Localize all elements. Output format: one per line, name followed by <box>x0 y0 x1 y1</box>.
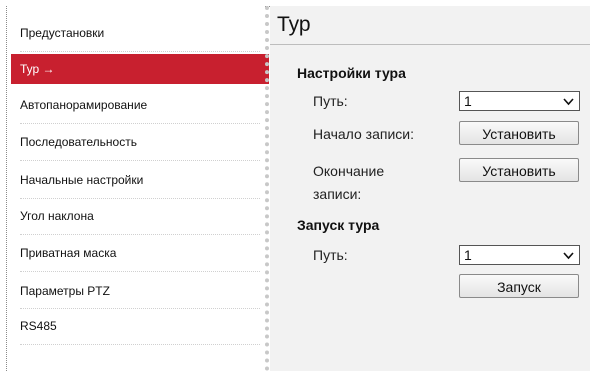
sidebar-separator <box>20 271 260 272</box>
chevron-down-icon <box>563 252 574 260</box>
sidebar-item-label: Начальные настройки <box>20 173 144 187</box>
sidebar-item-autopan[interactable]: Автопанорамирование <box>11 90 265 120</box>
path-select[interactable]: 1 <box>459 91 580 111</box>
sidebar-separator <box>20 160 260 161</box>
sidebar-item-ptz-params[interactable]: Параметры PTZ <box>11 276 265 306</box>
record-end-label-line2: записи: <box>313 186 362 202</box>
page-title: Тур <box>277 13 311 36</box>
sidebar-item-presets[interactable]: Предустановки <box>11 18 265 48</box>
start-tour-button[interactable]: Запуск <box>459 274 579 298</box>
sidebar-divider <box>265 6 269 371</box>
sidebar-item-rs485[interactable]: RS485 <box>11 311 265 341</box>
set-record-end-button[interactable]: Установить <box>459 158 579 182</box>
section-title-tour-run: Запуск тура <box>297 217 380 233</box>
title-divider <box>270 44 590 45</box>
sidebar-separator <box>20 344 260 345</box>
set-record-start-button[interactable]: Установить <box>459 121 579 145</box>
sidebar-separator <box>20 123 260 124</box>
sidebar-item-initial-settings[interactable]: Начальные настройки <box>11 165 265 195</box>
sidebar-item-sequence[interactable]: Последовательность <box>11 127 265 157</box>
sidebar-item-label: RS485 <box>20 319 57 333</box>
sidebar-item-label: Приватная маска <box>20 246 117 260</box>
sidebar-item-privacy-mask[interactable]: Приватная маска <box>11 238 265 268</box>
chevron-down-icon <box>563 98 574 106</box>
sidebar-item-label: Автопанорамирование <box>20 98 148 112</box>
sidebar-item-tilt-angle[interactable]: Угол наклона <box>11 201 265 231</box>
record-end-label-line1: Окончание <box>313 163 385 179</box>
sidebar-item-label: Параметры PTZ <box>20 284 110 298</box>
sidebar-separator <box>20 308 260 309</box>
sidebar: Предустановки Тур → Автопанорамирование … <box>7 6 269 371</box>
run-path-select[interactable]: 1 <box>459 245 580 265</box>
path-select-value: 1 <box>464 93 472 109</box>
path-label: Путь: <box>313 93 348 109</box>
sidebar-item-label: Тур → <box>20 62 55 76</box>
sidebar-item-label: Последовательность <box>20 135 137 149</box>
section-title-tour-settings: Настройки тура <box>297 65 406 81</box>
sidebar-item-label: Предустановки <box>20 26 105 40</box>
sidebar-separator <box>20 198 260 199</box>
record-start-label: Начало записи: <box>313 126 414 142</box>
sidebar-item-label: Угол наклона <box>20 209 94 223</box>
run-path-label: Путь: <box>313 247 348 263</box>
run-path-select-value: 1 <box>464 247 472 263</box>
sidebar-separator <box>20 234 260 235</box>
sidebar-separator <box>20 51 260 52</box>
sidebar-item-tour[interactable]: Тур → <box>11 54 269 84</box>
